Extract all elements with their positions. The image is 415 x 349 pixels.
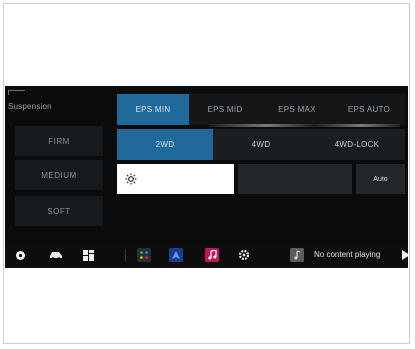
music-note-icon xyxy=(290,248,304,262)
eps-mid-button[interactable]: EPS MID xyxy=(189,94,261,125)
home-icon[interactable] xyxy=(13,248,27,262)
brightness-slider[interactable]: Auto xyxy=(117,164,405,194)
taskbar: No content playing xyxy=(5,243,408,268)
suspension-firm-button[interactable]: FIRM xyxy=(15,126,103,156)
navigation-icon[interactable] xyxy=(169,248,183,262)
settings-icon[interactable] xyxy=(237,248,251,262)
app-launcher-icon[interactable] xyxy=(137,248,151,262)
play-icon[interactable] xyxy=(398,248,408,262)
taskbar-separator xyxy=(125,249,126,262)
drive-4wd-button[interactable]: 4WD xyxy=(213,129,309,160)
eps-max-button[interactable]: EPS MAX xyxy=(261,94,333,125)
car-icon[interactable] xyxy=(49,248,63,262)
eps-auto-button[interactable]: EPS AUTO xyxy=(333,94,405,125)
drive-mode-selector: 2WD 4WD 4WD-LOCK xyxy=(117,129,405,160)
eps-min-button[interactable]: EPS MIN xyxy=(117,94,189,125)
drive-2wd-button[interactable]: 2WD xyxy=(117,129,213,160)
suspension-title: Suspension xyxy=(8,102,52,111)
brightness-slider-track[interactable] xyxy=(238,164,352,194)
drive-4wd-lock-button[interactable]: 4WD-LOCK xyxy=(309,129,405,160)
eps-selector: EPS MIN EPS MID EPS MAX EPS AUTO xyxy=(117,94,405,125)
apps-grid-icon[interactable] xyxy=(81,248,95,262)
infotainment-screen: Suspension FIRM MEDIUM SOFT EPS MIN EPS … xyxy=(5,86,408,268)
brightness-slider-fill[interactable] xyxy=(117,164,234,194)
suspension-soft-button[interactable]: SOFT xyxy=(15,196,103,226)
divider xyxy=(210,124,400,127)
panel-corner-decoration xyxy=(8,90,25,95)
music-icon[interactable] xyxy=(205,248,219,262)
now-playing-text: No content playing xyxy=(314,250,381,259)
brightness-auto-button[interactable]: Auto xyxy=(356,164,405,194)
sun-icon xyxy=(125,173,137,185)
suspension-medium-button[interactable]: MEDIUM xyxy=(15,160,103,190)
